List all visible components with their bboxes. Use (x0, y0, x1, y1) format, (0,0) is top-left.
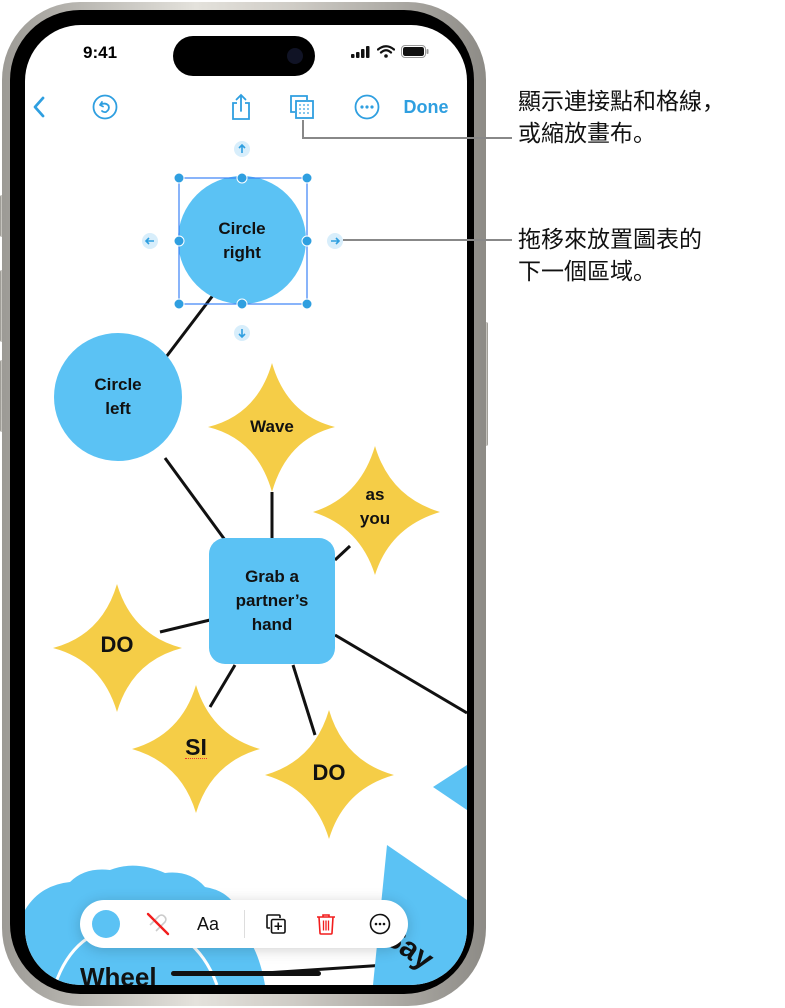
callout-text: 拖移來放置圖表的 (518, 227, 702, 253)
connector-circle-left-grab (163, 457, 227, 541)
label-line: DO (312, 760, 346, 785)
connection-points-grid-icon (290, 95, 314, 119)
back-button[interactable] (27, 91, 51, 123)
callout-leader-drag (343, 239, 512, 241)
delete-button[interactable] (308, 900, 344, 948)
more-options-button[interactable] (362, 900, 398, 948)
add-arrow-down[interactable] (234, 325, 250, 341)
callout-grid: 顯示連接點和格線， 或縮放畫布。 (518, 86, 725, 150)
label-wave[interactable]: Wave (222, 415, 322, 439)
no-stroke-icon (146, 912, 170, 936)
label-line: left (105, 399, 131, 418)
add-arrow-left[interactable] (142, 233, 158, 249)
connector-grab-say (334, 633, 467, 715)
connector-asyou-grab (333, 544, 352, 562)
label-line: right (223, 243, 261, 262)
trash-icon (317, 914, 335, 935)
label-do-right[interactable]: DO (279, 761, 379, 785)
label-do-left[interactable]: DO (67, 633, 167, 657)
text-format-label: Aa (196, 913, 220, 934)
label-line: Wave (250, 417, 294, 436)
done-button[interactable]: Done (398, 91, 454, 123)
connector-si-grab (208, 664, 237, 708)
label-line: SI (185, 734, 207, 760)
callout-text: 下一個區域。 (518, 259, 656, 285)
undo-button[interactable] (90, 91, 120, 123)
add-arrow-right[interactable] (327, 233, 343, 249)
callout-text: 顯示連接點和格線， (518, 89, 725, 115)
fill-color-swatch-icon (92, 910, 120, 938)
callout-leader-grid (302, 120, 304, 138)
label-line: Grab a (245, 567, 299, 586)
label-line: hand (251, 615, 293, 634)
grid-button[interactable] (287, 91, 317, 123)
duplicate-button[interactable] (258, 900, 294, 948)
callout-text: 或縮放畫布。 (518, 121, 656, 147)
label-line: Circle (94, 375, 142, 394)
connector-dol-grab (159, 618, 211, 634)
label-circle-right[interactable]: Circle right (192, 217, 292, 265)
stroke-button[interactable] (140, 900, 176, 948)
chevron-left-icon (33, 96, 45, 118)
ellipsis-circle-icon (354, 94, 380, 120)
wifi-icon (377, 45, 395, 58)
more-button[interactable] (352, 91, 382, 123)
label-circle-left[interactable]: Circle left (68, 373, 168, 421)
callout-leader-grid-h (302, 137, 512, 139)
connector-dor-grab (291, 664, 317, 736)
battery-icon (401, 45, 429, 58)
camera-icon (287, 48, 303, 64)
fill-button[interactable] (88, 900, 124, 948)
dynamic-island (173, 36, 315, 76)
ellipsis-circle-icon (369, 913, 391, 935)
add-arrow-up[interactable] (234, 141, 250, 157)
screen: Circle right Circle left Wave as you Gra… (25, 25, 467, 985)
label-si[interactable]: SI (146, 735, 246, 759)
status-time: 9:41 (83, 43, 118, 62)
signal-icon (351, 45, 370, 58)
duplicate-icon (266, 914, 286, 934)
toolbar-divider (244, 910, 245, 938)
undo-circle-icon (92, 94, 118, 120)
label-grab[interactable]: Grab a partner’s hand (212, 565, 332, 637)
share-icon (232, 93, 250, 120)
label-line: Circle (218, 219, 266, 238)
status-icons (351, 45, 429, 58)
label-line: DO (100, 632, 134, 657)
shape-format-toolbar: Aa (80, 900, 408, 948)
top-toolbar: Done (25, 91, 467, 123)
share-button[interactable] (226, 91, 256, 123)
callout-drag: 拖移來放置圖表的 下一個區域。 (518, 224, 702, 288)
home-indicator[interactable] (171, 971, 321, 976)
shape-triangle-small (433, 765, 467, 810)
label-as-you[interactable]: as you (325, 483, 425, 531)
label-line: partner’s (235, 591, 309, 610)
connector-circle-right-left (158, 289, 219, 366)
label-line: as (365, 485, 385, 504)
label-line: you (359, 509, 391, 528)
text-format-button[interactable]: Aa (188, 900, 228, 948)
